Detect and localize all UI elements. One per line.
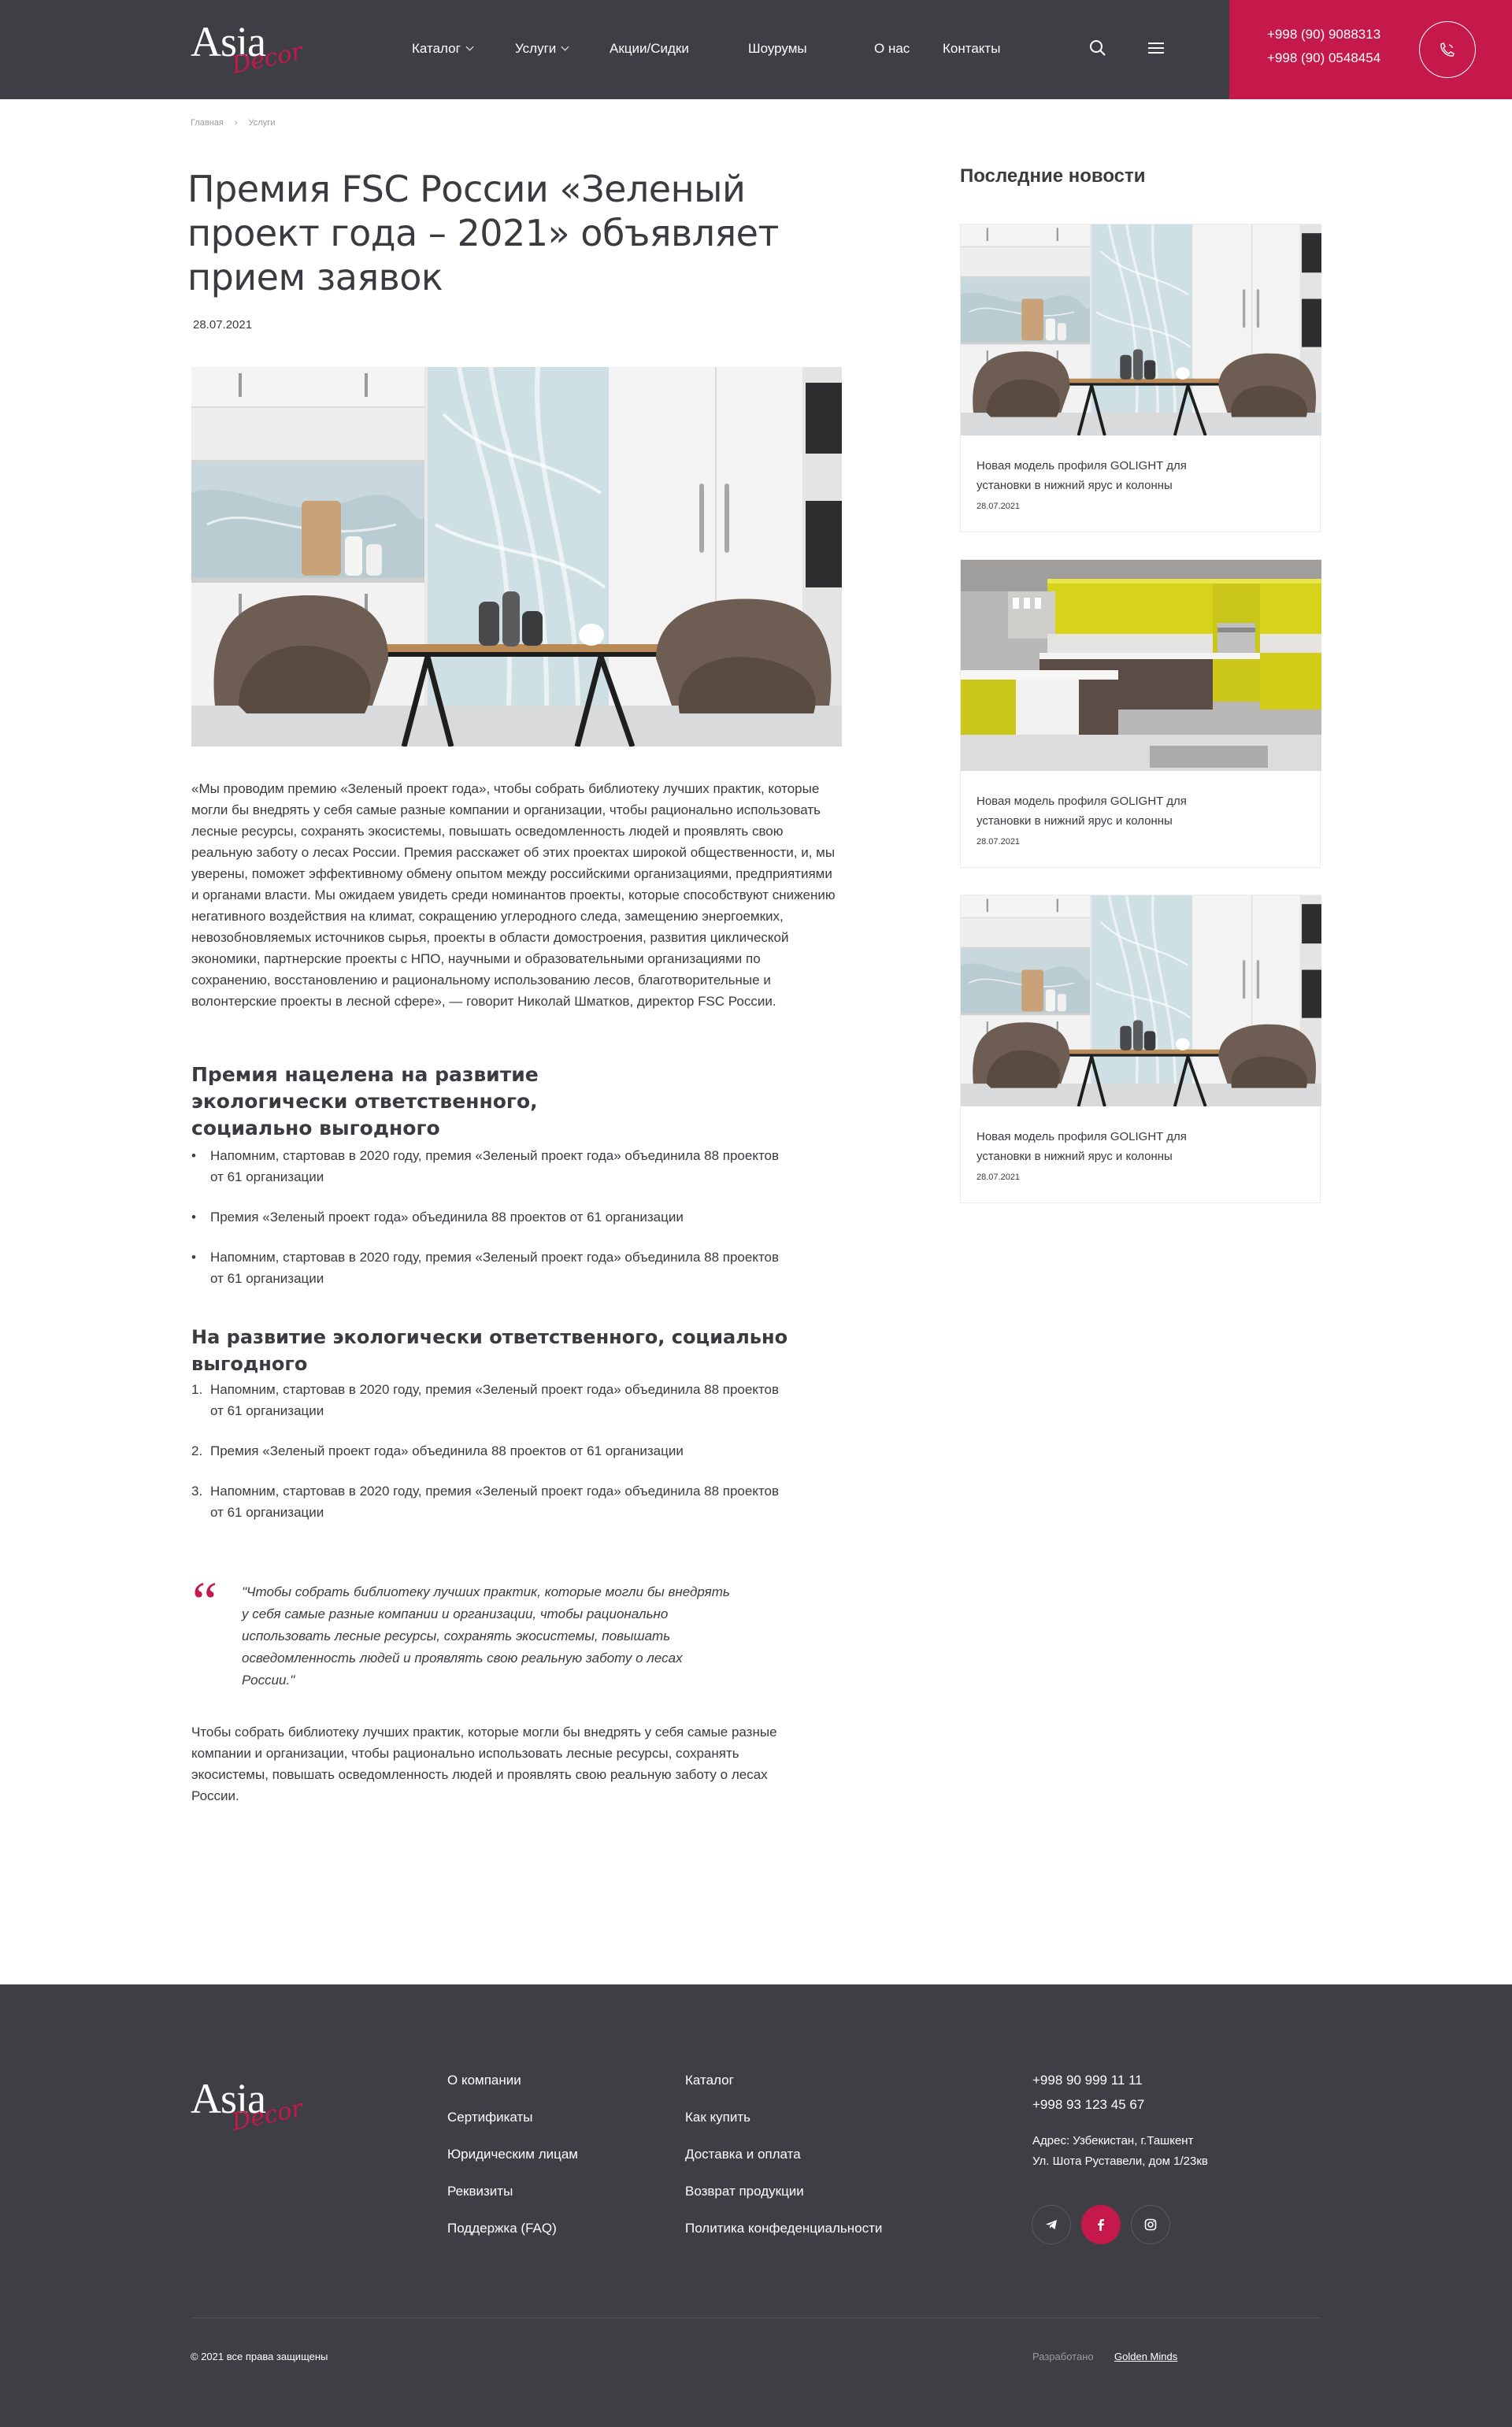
nav-catalog[interactable]: Каталог [412,41,474,57]
footer-link-how-to-buy[interactable]: Как купить [685,2110,750,2125]
list-item-text: Напомним, стартовав в 2020 году, премия … [210,1250,780,1286]
number-marker: 3. [191,1484,203,1499]
quote-icon: “ [192,1570,217,1633]
header-phone-2[interactable]: +998 (90) 0548454 [1267,50,1380,66]
footer-link-legal[interactable]: Юридическим лицам [447,2147,578,2162]
copyright: © 2021 все права защищены [191,2351,328,2362]
article-quote: "Чтобы собрать библиотеку лучших практик… [242,1584,730,1688]
news-card-title: Новая модель профиля GOLIGHT для установ… [976,459,1187,492]
site-header: Asia Decor Каталог Услуги Акции/Сидки Шо… [0,0,1512,99]
list-item-text: Напомним, стартовав в 2020 году, премия … [210,1382,780,1418]
instagram-icon[interactable] [1131,2205,1170,2244]
menu-icon[interactable] [1146,38,1166,58]
breadcrumb-home[interactable]: Главная [191,118,224,128]
news-card[interactable]: Новая модель профиля GOLIGHT для установ… [960,559,1321,868]
footer-address-line-2: Ул. Шота Руставели, дом 1/23кв [1032,2155,1208,2168]
nav-contacts[interactable]: Контакты [943,41,1000,57]
sidebar-title: Последние новости [960,165,1146,187]
list-item: 1. Напомним, стартовав в 2020 году, преми… [191,1379,790,1421]
footer-link-requisites[interactable]: Реквизиты [447,2184,513,2199]
facebook-icon[interactable] [1081,2205,1121,2244]
news-card-date: 28.07.2021 [976,1173,1021,1182]
list-item-text: Напомним, стартовав в 2020 году, премия … [210,1484,780,1520]
list-item-text: Премия «Зеленый проект года» объединила … [210,1210,684,1225]
article-body: «Мы проводим премию «Зеленый проект года… [191,781,836,1009]
call-button[interactable] [1419,21,1476,78]
news-card[interactable]: Новая модель профиля GOLIGHT для установ… [960,224,1321,532]
number-marker: 1. [191,1382,203,1397]
header-phone-block: +998 (90) 9088313 +998 (90) 0548454 [1229,0,1512,99]
news-card-image [961,560,1321,771]
footer-phone-2[interactable]: +998 93 123 45 67 [1032,2097,1144,2113]
bullet-marker: • [191,1250,196,1265]
footer-address-line-1: Адрес: Узбекистан, г.Ташкент [1032,2134,1194,2147]
footer-link-returns[interactable]: Возврат продукции [685,2184,804,2199]
header-phone-1[interactable]: +998 (90) 9088313 [1267,27,1380,43]
news-card-image [961,224,1321,435]
telegram-icon[interactable] [1032,2205,1071,2244]
list-item: 3. Напомним, стартовав в 2020 году, преми… [191,1480,790,1523]
nav-services-label: Услуги [515,41,557,56]
bullet-marker: • [191,1148,196,1163]
article-title: Премия FSC России «Зеленый проект года –… [187,168,779,298]
footer-link-privacy[interactable]: Политика конфеденциальности [685,2221,882,2236]
footer-link-about[interactable]: О компании [447,2073,521,2088]
footer-link-catalog[interactable]: Каталог [685,2073,734,2088]
search-icon[interactable] [1088,38,1108,58]
nav-contacts-label: Контакты [943,41,1001,56]
list-item-text: Напомним, стартовав в 2020 году, премия … [210,1148,780,1184]
news-card[interactable]: Новая модель профиля GOLIGHT для установ… [960,895,1321,1203]
news-card-title: Новая модель профиля GOLIGHT для установ… [976,795,1187,828]
breadcrumb: Главная › Услуги [191,118,275,128]
chevron-down-icon [561,43,569,51]
breadcrumb-current[interactable]: Услуги [249,118,276,128]
number-marker: 2. [191,1443,203,1458]
nav-catalog-label: Каталог [412,41,461,56]
list-item-text: Премия «Зеленый проект года» объединила … [210,1443,684,1458]
footer-link-certificates[interactable]: Сертификаты [447,2110,532,2125]
news-card-date: 28.07.2021 [976,502,1021,511]
bullet-marker: • [191,1210,196,1225]
article-subheading-2: На развитие экологически ответственного,… [191,1326,788,1375]
developer-label: Разработано [1032,2351,1094,2362]
nav-about-label: О нас [874,41,910,56]
nav-showrooms[interactable]: Шоурумы [748,41,807,57]
site-logo[interactable]: Asia Decor [191,20,306,80]
nav-showrooms-label: Шоурумы [748,41,807,56]
footer-logo[interactable]: Asia Decor [191,2077,306,2136]
site-footer: Asia Decor О компании Сертификаты Юридич… [0,1984,1512,2427]
nav-promotions-label: Акции/Сидки [610,41,689,56]
news-card-image [961,895,1321,1106]
news-card-title: Новая модель профиля GOLIGHT для установ… [976,1130,1187,1163]
footer-phone-1[interactable]: +998 90 999 11 11 [1032,2073,1143,2088]
footer-link-delivery[interactable]: Доставка и оплата [685,2147,801,2162]
breadcrumb-separator: › [234,118,238,128]
footer-link-faq[interactable]: Поддержка (FAQ) [447,2221,557,2236]
article-subheading-1: Премия нацелена на развитие экологически… [191,1063,539,1139]
nav-services[interactable]: Услуги [515,41,569,57]
bullet-list: • Напомним, стартовав в 2020 году, премия… [191,1145,790,1289]
developer-link[interactable]: Golden Minds [1114,2351,1177,2362]
list-item: • Напомним, стартовав в 2020 году, премия… [191,1145,790,1188]
article-date: 28.07.2021 [193,318,253,332]
nav-promotions[interactable]: Акции/Сидки [610,41,689,57]
list-item: • Премия «Зеленый проект года» объединила… [191,1206,790,1228]
list-item: 2. Премия «Зеленый проект года» объединил… [191,1440,790,1462]
phone-call-icon [1440,43,1455,57]
news-card-date: 28.07.2021 [976,837,1021,847]
list-item: • Напомним, стартовав в 2020 году, премия… [191,1247,790,1289]
numbered-list: 1. Напомним, стартовав в 2020 году, преми… [191,1379,790,1523]
main-content: Главная › Услуги Премия FSC России «Зелены… [0,99,1512,1984]
chevron-down-icon [465,43,474,51]
article-closing: Чтобы собрать библиотеку лучших практик,… [191,1725,777,1803]
nav-about[interactable]: О нас [874,41,910,57]
article-hero-image [191,367,842,747]
